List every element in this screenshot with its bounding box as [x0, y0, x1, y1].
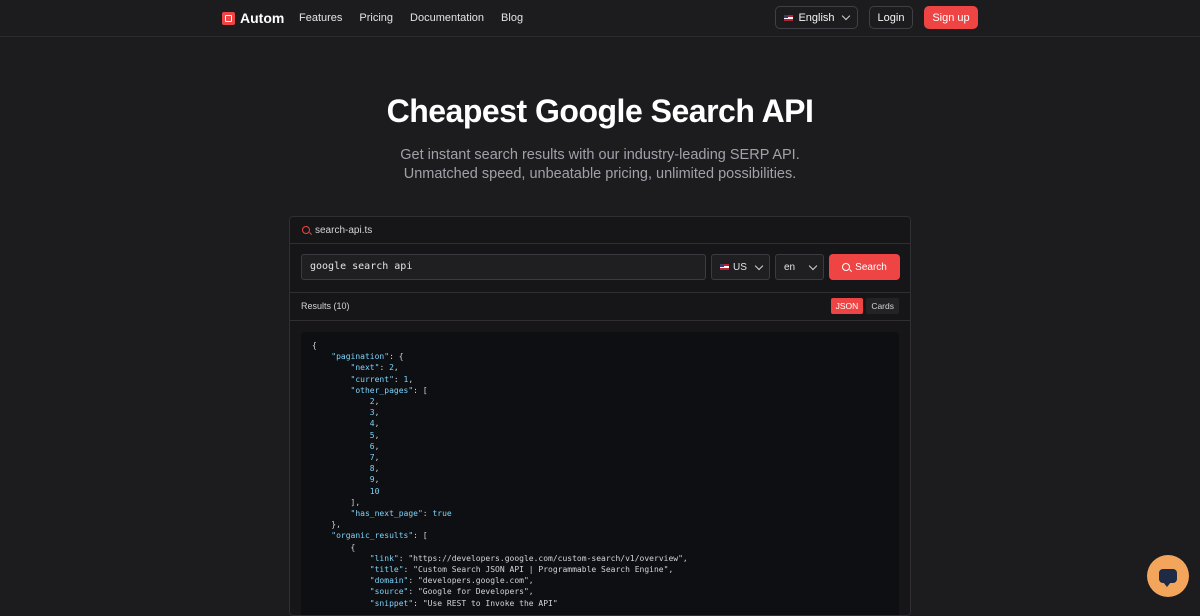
code-line: 10	[369, 486, 380, 496]
chevron-down-icon	[808, 261, 818, 270]
code-line: "snippet": "Use REST to Invoke the API"	[369, 598, 558, 608]
brand-logo[interactable]: Autom	[222, 10, 284, 26]
top-nav: Autom Features Pricing Documentation Blo…	[0, 0, 1200, 36]
chevron-down-icon	[754, 261, 764, 270]
code-line: 4,	[369, 419, 380, 429]
query-row: google search api US en Search	[301, 254, 901, 280]
code-line: },	[312, 520, 341, 530]
chat-widget-button[interactable]	[1147, 555, 1189, 597]
us-flag-icon	[720, 264, 729, 270]
code-line: "link": "https://developers.google.com/c…	[369, 553, 688, 563]
code-line: 7,	[369, 453, 380, 463]
autom-logo-icon	[222, 11, 235, 25]
code-line: 5,	[369, 430, 380, 440]
code-line: {	[312, 341, 317, 350]
code-line: 6,	[369, 441, 380, 451]
nav-divider	[0, 36, 1200, 37]
code-line: "organic_results": [	[331, 531, 428, 541]
view-toggle: JSON Cards	[830, 298, 899, 314]
code-line: "pagination": {	[331, 352, 404, 362]
language-selector[interactable]: English	[775, 6, 858, 29]
panel-filename: search-api.ts	[315, 224, 373, 236]
hero-subtitle-line-1: Get instant search results with our indu…	[400, 147, 800, 163]
json-view-button[interactable]: JSON	[830, 298, 864, 314]
country-select[interactable]: US	[711, 254, 770, 280]
code-line: "title": "Custom Search JSON API | Progr…	[369, 565, 674, 575]
us-flag-icon	[784, 14, 794, 21]
language-select[interactable]: en	[775, 254, 824, 280]
json-code-block: { "pagination": { "next": 2, "current": …	[301, 332, 899, 615]
hero-subtitle-line-2: Unmatched speed, unbeatable pricing, unl…	[403, 166, 797, 182]
hero-title: Cheapest Google Search API	[386, 93, 814, 129]
code-line: "has_next_page": true	[350, 509, 452, 519]
brand-name: Autom	[240, 10, 285, 26]
code-line: 9,	[369, 475, 380, 485]
nav-link-blog[interactable]: Blog	[501, 12, 523, 24]
code-line: "domain": "developers.google.com",	[369, 576, 534, 586]
search-icon	[842, 263, 851, 271]
country-value: US	[733, 261, 747, 273]
search-button[interactable]: Search	[829, 254, 900, 280]
search-icon	[302, 226, 310, 234]
results-count: Results (10)	[301, 301, 350, 311]
code-line: "other_pages": [	[350, 385, 428, 395]
demo-panel: search-api.ts google search api US en Se…	[289, 216, 911, 616]
code-line: "source": "Google for Developers",	[369, 587, 534, 597]
code-line: 8,	[369, 464, 380, 474]
chat-bubble-icon	[1159, 569, 1177, 587]
code-line: ],	[312, 497, 361, 507]
nav-link-documentation[interactable]: Documentation	[410, 12, 484, 24]
nav-link-features[interactable]: Features	[299, 12, 342, 24]
results-bar: Results (10) JSON Cards	[290, 292, 910, 321]
language-value: en	[784, 261, 796, 273]
code-line: 2,	[369, 397, 380, 407]
code-line: 3,	[369, 408, 380, 418]
code-line: "current": 1,	[350, 374, 414, 384]
code-line: "next": 2,	[350, 363, 399, 373]
panel-header: search-api.ts	[290, 217, 910, 244]
search-button-label: Search	[855, 261, 887, 273]
language-label: English	[798, 11, 835, 24]
search-query-input[interactable]: google search api	[301, 254, 706, 280]
signup-button[interactable]: Sign up	[924, 6, 978, 29]
hero-subtitle: Get instant search results with our indu…	[0, 146, 1200, 184]
nav-links: Features Pricing Documentation Blog	[299, 12, 523, 24]
code-line: {	[312, 542, 356, 552]
cards-view-button[interactable]: Cards	[866, 298, 899, 314]
nav-link-pricing[interactable]: Pricing	[359, 12, 393, 24]
chevron-down-icon	[841, 11, 850, 21]
login-button[interactable]: Login	[869, 6, 913, 29]
